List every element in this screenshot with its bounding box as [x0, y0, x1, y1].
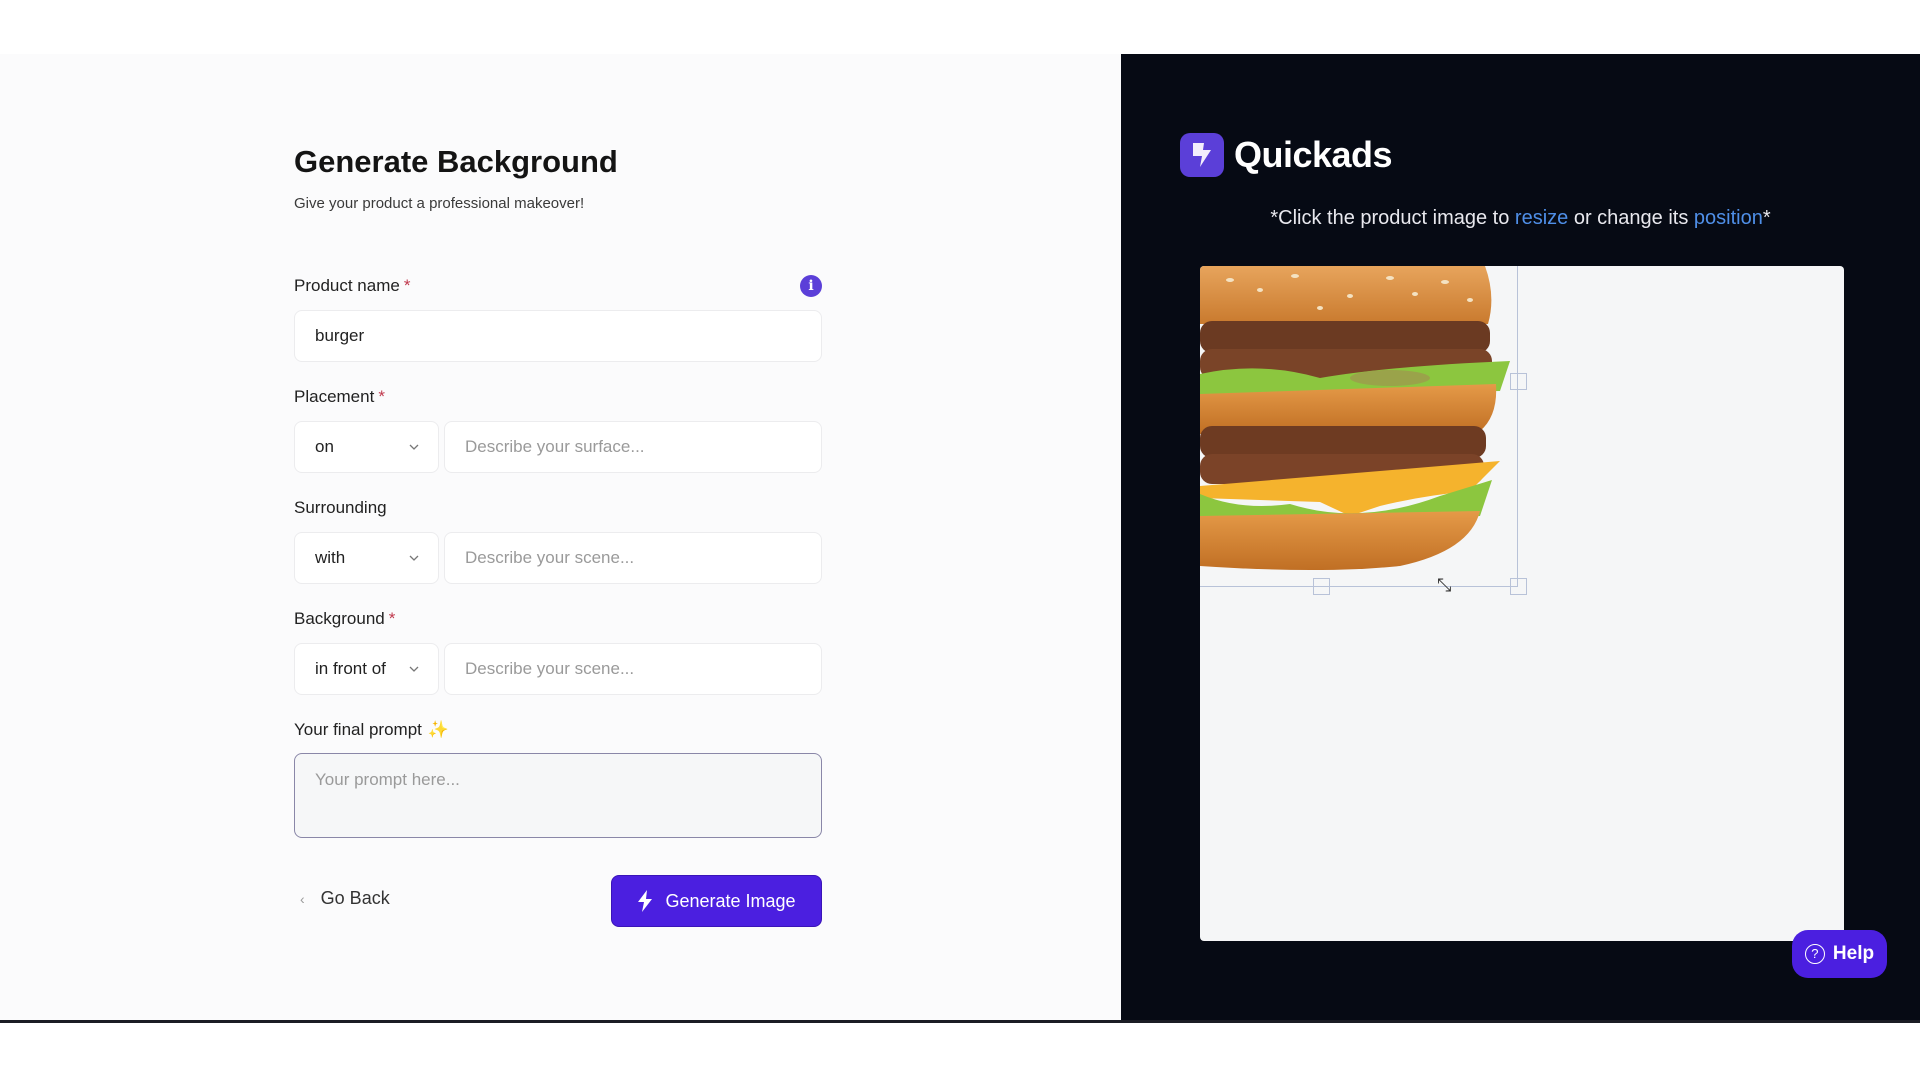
placement-select[interactable]: on	[294, 421, 439, 473]
resize-handle-bottom[interactable]	[1313, 578, 1330, 595]
chevron-down-icon	[409, 444, 419, 450]
form-panel: Generate Background Give your product a …	[0, 54, 1121, 1020]
background-scene-input[interactable]: Describe your scene...	[444, 643, 822, 695]
required-mark: *	[403, 276, 411, 295]
background-select-value: in front of	[315, 659, 386, 678]
product-name-value: burger	[315, 326, 365, 345]
resize-handle-right[interactable]	[1510, 373, 1527, 390]
surrounding-label-text: Surrounding	[294, 498, 387, 517]
placement-label-text: Placement	[294, 387, 375, 406]
position-link[interactable]: position	[1694, 207, 1763, 229]
hint-prefix: *Click the product image to	[1270, 207, 1515, 229]
chevron-down-icon	[409, 555, 419, 561]
brand-name: Quickads	[1234, 134, 1393, 175]
generate-image-label: Generate Image	[665, 890, 796, 911]
final-prompt-label-text: Your final prompt	[294, 720, 422, 739]
sparkle-icon: ✨	[427, 720, 450, 739]
go-back-button[interactable]: ‹ Go Back	[294, 888, 390, 909]
product-name-label: Product name *	[294, 276, 410, 296]
hint-middle: or change its	[1568, 207, 1694, 229]
preview-panel: Quickads *Click the product image to res…	[1121, 54, 1920, 1020]
required-mark: *	[388, 609, 396, 628]
surrounding-scene-input[interactable]: Describe your scene...	[444, 532, 822, 584]
info-icon[interactable]: i	[800, 275, 822, 297]
placement-placeholder: Describe your surface...	[465, 437, 645, 456]
page-subtitle: Give your product a professional makeove…	[294, 195, 585, 212]
help-button[interactable]: ? Help	[1792, 930, 1887, 978]
chevron-left-icon: ‹	[300, 890, 305, 907]
help-label: Help	[1832, 943, 1875, 964]
go-back-label: Go Back	[320, 888, 390, 908]
background-placeholder: Describe your scene...	[465, 659, 635, 678]
chevron-down-icon	[409, 666, 419, 672]
surrounding-label: Surrounding	[294, 498, 387, 518]
logo-icon	[1180, 133, 1224, 177]
placement-select-value: on	[315, 437, 334, 456]
background-label: Background *	[294, 609, 395, 629]
resize-link[interactable]: resize	[1515, 207, 1568, 229]
page-title: Generate Background	[294, 144, 618, 179]
preview-canvas[interactable]: ⤡	[1200, 266, 1844, 941]
instruction-text: *Click the product image to resize or ch…	[1121, 207, 1920, 230]
question-circle-icon: ?	[1804, 944, 1825, 964]
placement-surface-input[interactable]: Describe your surface...	[444, 421, 822, 473]
selection-box[interactable]	[1200, 266, 1518, 587]
lightning-icon	[638, 890, 653, 912]
brand-logo: Quickads	[1180, 133, 1393, 177]
app-window: Generate Background Give your product a …	[0, 54, 1920, 1023]
resize-cursor-icon: ⤡	[1437, 575, 1452, 595]
product-name-input[interactable]: burger	[294, 310, 822, 362]
required-mark: *	[378, 387, 385, 406]
hint-suffix: *	[1762, 207, 1771, 229]
final-prompt-label: Your final prompt ✨	[294, 720, 449, 740]
final-prompt-placeholder: Your prompt here...	[315, 770, 460, 789]
product-name-label-text: Product name	[294, 276, 400, 295]
surrounding-select-value: with	[315, 548, 346, 567]
background-select[interactable]: in front of	[294, 643, 439, 695]
generate-image-button[interactable]: Generate Image	[611, 875, 822, 927]
background-label-text: Background	[294, 609, 385, 628]
surrounding-placeholder: Describe your scene...	[465, 548, 635, 567]
resize-handle-bottom-right[interactable]	[1510, 578, 1527, 595]
placement-label: Placement *	[294, 387, 385, 407]
surrounding-select[interactable]: with	[294, 532, 439, 584]
final-prompt-textarea[interactable]: Your prompt here...	[294, 753, 822, 838]
